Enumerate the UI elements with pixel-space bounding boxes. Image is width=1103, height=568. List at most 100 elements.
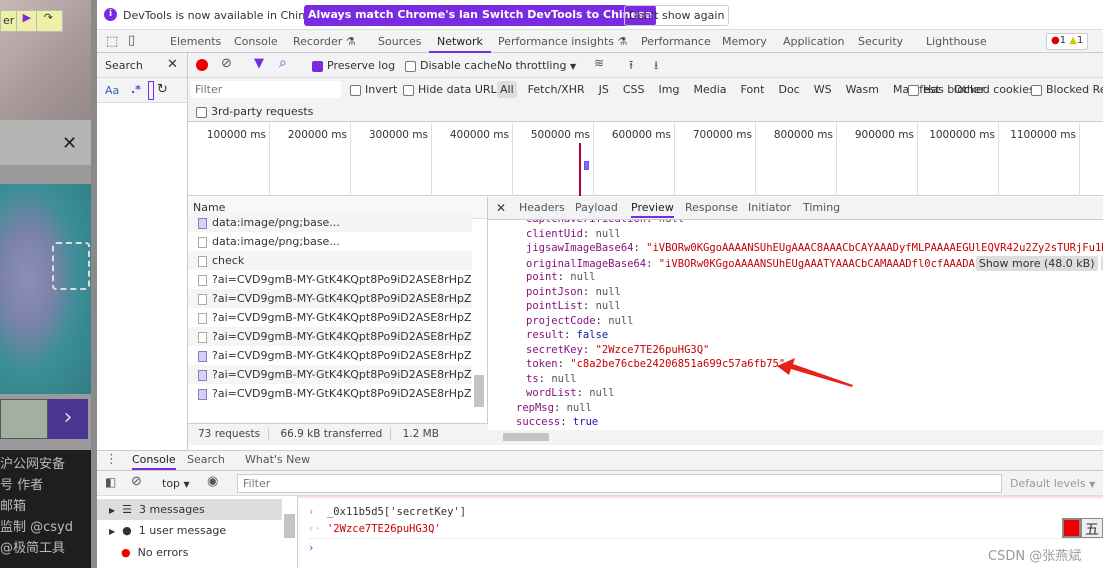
request-row[interactable]: ?ai=CVD9gmB-MY-GtK4KQpt8Po9iD2ASE8rHpZ7S… xyxy=(188,346,472,365)
disable-cache-checkbox[interactable]: Disable cache xyxy=(405,59,497,72)
show-more-button[interactable]: Show more (48.0 kB) xyxy=(975,255,1098,271)
close-search-icon[interactable]: ✕ xyxy=(167,57,178,72)
regex-button[interactable]: .* xyxy=(131,83,141,96)
preview-property[interactable]: success: true xyxy=(516,416,598,428)
preview-property[interactable]: result: false xyxy=(526,329,608,341)
device-toolbar-icon[interactable]: ▯ xyxy=(128,33,135,48)
detail-tab-payload[interactable]: Payload xyxy=(575,201,618,214)
invert-checkbox[interactable]: Invert xyxy=(350,83,397,96)
detail-tab-timing[interactable]: Timing xyxy=(803,201,840,214)
request-row[interactable]: ?ai=CVD9gmB-MY-GtK4KQpt8Po9iD2ASE8rHpZ7S… xyxy=(188,308,472,327)
search-input[interactable] xyxy=(148,81,154,100)
context-select[interactable]: top ▼ xyxy=(162,477,190,490)
tab-sources[interactable]: Sources xyxy=(378,30,422,53)
request-row[interactable]: data:image/png;base... xyxy=(188,213,472,232)
throttling-select[interactable]: No throttling ▼ xyxy=(497,59,576,72)
live-expression-eye-icon[interactable]: ◉ xyxy=(207,474,218,489)
drawer-tab-what-s-new[interactable]: What's New xyxy=(245,453,310,466)
search-icon[interactable]: ⌕ xyxy=(279,55,287,71)
resume-label[interactable]: er xyxy=(1,11,18,31)
tab-network[interactable]: Network xyxy=(429,30,491,53)
import-har-icon[interactable]: ⭱ xyxy=(629,56,633,77)
close-detail-icon[interactable]: ✕ xyxy=(496,201,506,215)
match-case-button[interactable]: Aa xyxy=(105,84,119,97)
tab-memory[interactable]: Memory xyxy=(722,30,767,53)
type-filter-font[interactable]: Font xyxy=(738,81,768,98)
preview-property[interactable]: token: "c8a2be76cbe24206851a699c57a6fb75… xyxy=(526,358,785,370)
type-filter-all[interactable]: All xyxy=(497,81,517,98)
network-filter-input[interactable] xyxy=(191,81,341,98)
clear-console-icon[interactable]: ⊘ xyxy=(131,474,142,489)
console-filter-input[interactable] xyxy=(237,474,1002,493)
inspect-element-icon[interactable]: ⬚ xyxy=(106,34,118,49)
network-overview-timeline[interactable]: 100000 ms 200000 ms 300000 ms 400000 ms 5000… xyxy=(188,123,1103,196)
preview-property[interactable]: ts: null xyxy=(526,373,577,385)
request-row[interactable]: ?ai=CVD9gmB-MY-GtK4KQpt8Po9iD2ASE8rHpZ7S… xyxy=(188,270,472,289)
preview-hscrollbar[interactable] xyxy=(488,430,1103,445)
type-filter-fetch-xhr[interactable]: Fetch/XHR xyxy=(525,81,588,98)
type-filter-wasm[interactable]: Wasm xyxy=(843,81,882,98)
request-row[interactable]: check xyxy=(188,251,472,270)
detail-tab-response[interactable]: Response xyxy=(685,201,738,214)
preview-property[interactable]: originalImageBase64: "iVBORw0KGgoAAAANSU… xyxy=(526,255,1103,271)
drawer-tab-search[interactable]: Search xyxy=(187,453,225,466)
preview-property[interactable]: point: null xyxy=(526,271,596,283)
filter-icon[interactable]: ▼ xyxy=(254,56,264,71)
tab-elements[interactable]: Elements xyxy=(170,30,221,53)
blocked-requests-checkbox[interactable]: Blocked Requ xyxy=(1031,83,1103,96)
dont-show-again-button[interactable]: Don't show again xyxy=(624,5,730,26)
type-filter-media[interactable]: Media xyxy=(690,81,729,98)
step-over-icon[interactable]: ↷ xyxy=(37,11,59,31)
preview-property[interactable]: captchaVerification: null xyxy=(526,220,684,225)
preview-property[interactable]: wordList: null xyxy=(526,387,615,399)
refresh-icon[interactable]: ↻ xyxy=(157,82,168,97)
third-party-checkbox[interactable]: 3rd-party requests xyxy=(196,105,313,118)
type-filter-js[interactable]: JS xyxy=(596,81,612,98)
tab-security[interactable]: Security xyxy=(858,30,903,53)
type-filter-doc[interactable]: Doc xyxy=(775,81,802,98)
drawer-menu-icon[interactable]: ⋮ xyxy=(105,452,118,467)
preview-property[interactable]: repMsg: null xyxy=(516,402,592,414)
requests-scrollbar[interactable] xyxy=(474,375,484,407)
request-row[interactable]: ?ai=CVD9gmB-MY-GtK4KQpt8Po9iD2ASE8rHpZ7S… xyxy=(188,365,472,384)
sidebar-toggle-icon[interactable]: ◧ xyxy=(105,475,116,489)
sidebar-item-user-messages[interactable]: ▶ ● 1 user message xyxy=(109,524,226,537)
record-icon[interactable] xyxy=(196,59,208,71)
tab-performance[interactable]: Performance xyxy=(641,30,711,53)
slider-handle[interactable]: › xyxy=(48,399,88,439)
preserve-log-checkbox[interactable]: Preserve log xyxy=(312,59,395,72)
tab-performance-insights[interactable]: Performance insights ⚗ xyxy=(498,30,627,53)
tab-lighthouse[interactable]: Lighthouse xyxy=(926,30,987,53)
tab-console[interactable]: Console xyxy=(234,30,278,53)
export-har-icon[interactable]: ⭳ xyxy=(654,56,658,77)
sidebar-scrollbar[interactable] xyxy=(284,514,295,538)
type-filter-ws[interactable]: WS xyxy=(811,81,835,98)
tab-application[interactable]: Application xyxy=(783,30,844,53)
request-row[interactable]: data:image/png;base... xyxy=(188,232,472,251)
has-blocked-cookies-checkbox[interactable]: Has blocked cookies xyxy=(908,83,1035,96)
clear-icon[interactable]: ⊘ xyxy=(221,56,232,71)
detail-tab-headers[interactable]: Headers xyxy=(519,201,565,214)
hide-data-urls-checkbox[interactable]: Hide data URLs xyxy=(403,83,502,96)
network-conditions-icon[interactable]: ≋ xyxy=(594,56,604,70)
slider-track[interactable] xyxy=(0,399,48,439)
drawer-tab-console[interactable]: Console xyxy=(132,453,176,470)
console-prompt[interactable]: › xyxy=(308,542,314,554)
request-row[interactable]: ?ai=CVD9gmB-MY-GtK4KQpt8Po9iD2ASE8rHpZ7S… xyxy=(188,289,472,308)
request-row[interactable]: ?ai=CVD9gmB-MY-GtK4KQpt8Po9iD2ASE8rHpZ7S… xyxy=(188,327,472,346)
request-row[interactable]: ?ai=CVD9gmB-MY-GtK4KQpt8Po9iD2ASE8rHpZ7S… xyxy=(188,384,472,403)
preview-property[interactable]: pointList: null xyxy=(526,300,621,312)
type-filter-css[interactable]: CSS xyxy=(620,81,648,98)
preview-property[interactable]: secretKey: "2Wzce7TE26puHG3Q" xyxy=(526,344,709,356)
close-icon[interactable]: ✕ xyxy=(62,133,77,154)
tab-recorder[interactable]: Recorder ⚗ xyxy=(293,30,356,53)
search-panel-title[interactable]: Search xyxy=(105,59,143,72)
detail-tab-initiator[interactable]: Initiator xyxy=(748,201,791,214)
preview-property[interactable]: projectCode: null xyxy=(526,315,634,327)
detail-tab-preview[interactable]: Preview xyxy=(631,201,674,218)
sidebar-item-messages[interactable]: ▶ ☰ 3 messages xyxy=(109,503,205,516)
preview-property[interactable]: clientUid: null xyxy=(526,228,621,240)
sidebar-item-errors[interactable]: ● No errors xyxy=(121,546,188,559)
preview-property[interactable]: pointJson: null xyxy=(526,286,621,298)
type-filter-img[interactable]: Img xyxy=(656,81,683,98)
